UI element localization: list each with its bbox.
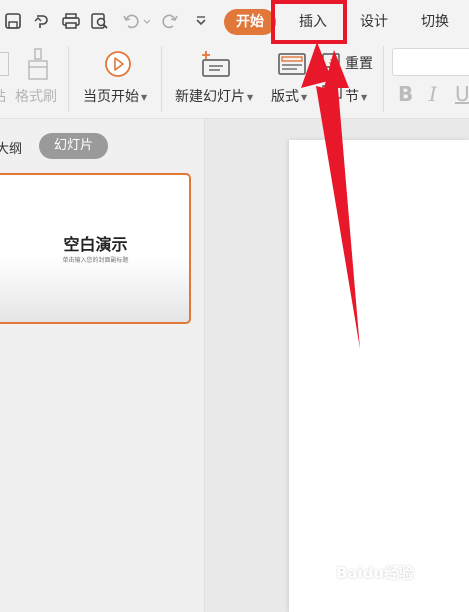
tab-home[interactable]: 开始 [224, 9, 276, 35]
play-current-button[interactable]: 当页开始 ▼ [83, 86, 147, 106]
export-icon[interactable] [31, 10, 53, 32]
quick-access-toolbar: 开始 插入 设计 切换 [0, 0, 469, 42]
bold-button[interactable]: B [398, 82, 413, 106]
watermark-logo: Baidu经验 [336, 564, 415, 582]
print-preview-icon[interactable] [89, 10, 111, 32]
caret-down-icon: ▼ [247, 92, 254, 102]
format-painter-icon[interactable] [24, 48, 52, 82]
redo-icon[interactable] [159, 10, 181, 32]
thumbnail-subtitle: 单击输入您的封面副标题 [62, 257, 129, 264]
new-slide-button[interactable]: 新建幻灯片 ▼ [175, 86, 253, 106]
font-name-input[interactable] [392, 48, 469, 76]
print-icon[interactable] [60, 10, 82, 32]
new-slide-label: 新建幻灯片 [175, 89, 245, 105]
caret-down-icon: ▼ [141, 92, 148, 102]
red-arrow-icon [301, 42, 360, 349]
highlight-box [271, 0, 347, 44]
tab-outline[interactable]: 大纲 [0, 138, 22, 157]
paste-icon[interactable] [0, 52, 9, 76]
thumbnail-title: 空白演示 [63, 235, 128, 254]
slide-thumbnail[interactable]: 空白演示 单击输入您的封面副标题 [0, 173, 191, 324]
paste-label[interactable]: 粘 [0, 86, 6, 106]
new-slide-icon[interactable] [200, 50, 232, 78]
play-icon[interactable] [104, 50, 132, 78]
save-icon[interactable] [2, 10, 24, 32]
tab-transition[interactable]: 切换 [410, 9, 460, 35]
ribbon-divider [68, 46, 69, 112]
underline-button[interactable]: U [455, 82, 469, 106]
tab-design[interactable]: 设计 [349, 9, 399, 35]
italic-button[interactable]: I [429, 82, 437, 106]
tab-slides[interactable]: 幻灯片 [39, 133, 108, 159]
chevron-down-icon[interactable] [190, 10, 212, 32]
ribbon-divider [161, 46, 162, 112]
undo-icon[interactable] [121, 10, 153, 32]
play-current-label: 当页开始 [83, 89, 139, 105]
format-painter-label[interactable]: 格式刷 [15, 86, 57, 106]
ribbon-divider [383, 46, 384, 112]
ribbon: 粘 格式刷 当页开始▼ 新建幻灯片▼ 版式▼ 重置 节▼ B I U [0, 42, 469, 119]
